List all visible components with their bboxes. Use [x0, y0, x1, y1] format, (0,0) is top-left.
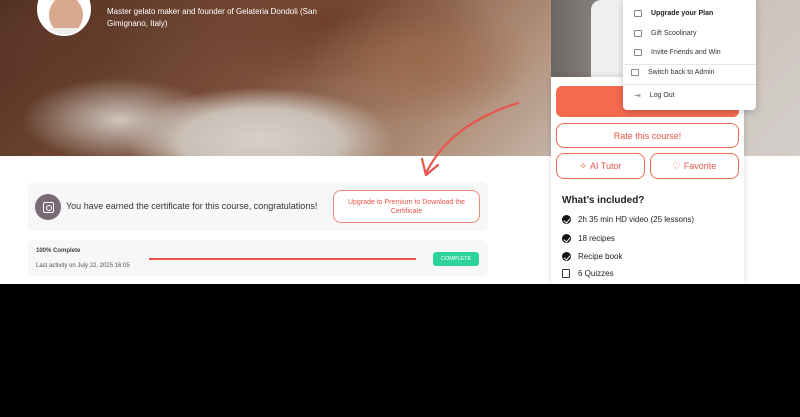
upgrade-icon: [634, 10, 642, 17]
status-badge: COMPLETE: [433, 252, 479, 266]
ai-tutor-label: AI Tutor: [590, 161, 622, 171]
rate-course-button[interactable]: Rate this course!: [556, 123, 739, 148]
included-item: 2h 35 min HD video (25 lessons): [562, 215, 694, 224]
upgrade-premium-button[interactable]: Upgrade to Premium to Download the Certi…: [333, 190, 480, 223]
progress-bar-fill: [149, 258, 416, 260]
menu-item-logout[interactable]: ⇥ Log Out: [634, 91, 675, 100]
check-icon: [562, 234, 571, 243]
menu-item-gift[interactable]: Gift Scoolinary: [634, 30, 697, 37]
instructor-description: Master gelato maker and founder of Gelat…: [107, 7, 317, 28]
check-icon: [562, 215, 571, 224]
included-item-text: Recipe book: [578, 252, 623, 261]
switch-admin-icon: [631, 69, 639, 76]
favorite-button[interactable]: ♡ Favorite: [650, 153, 739, 179]
included-item-text: 2h 35 min HD video (25 lessons): [578, 215, 695, 224]
gift-icon: [634, 30, 642, 37]
certificate-icon: [35, 194, 61, 220]
included-item-text: 18 recipes: [578, 234, 615, 243]
black-area: [0, 284, 800, 417]
page-viewport: Master gelato maker and founder of Gelat…: [0, 0, 800, 284]
ai-tutor-button[interactable]: ✧ AI Tutor: [556, 153, 645, 179]
logout-icon: ⇥: [634, 91, 641, 100]
instructor-avatar: [37, 0, 91, 36]
sparkle-icon: ✧: [579, 160, 588, 171]
menu-divider: [623, 84, 756, 85]
heart-icon: ♡: [672, 160, 681, 171]
menu-item-upgrade-plan[interactable]: Upgrade your Plan: [634, 10, 713, 17]
invite-icon: [634, 49, 642, 56]
included-item: 18 recipes: [562, 234, 615, 243]
certificate-message: You have earned the certificate for this…: [66, 201, 318, 211]
user-dropdown-menu: Upgrade your Plan Gift Scoolinary Invite…: [623, 0, 756, 110]
favorite-label: Favorite: [683, 161, 717, 171]
quiz-icon: [562, 269, 570, 278]
menu-item-invite[interactable]: Invite Friends and Win: [634, 49, 721, 56]
last-activity: Last activity on July 22, 2025 16:05: [36, 263, 130, 269]
included-item-text: 6 Quizzes: [578, 269, 614, 278]
included-item: Recipe book: [562, 252, 622, 261]
included-item: 6 Quizzes: [562, 269, 614, 278]
arrow-annotation-icon: [420, 101, 520, 177]
included-title: What’s included?: [562, 195, 645, 206]
menu-divider: [623, 64, 756, 65]
check-icon: [562, 252, 571, 261]
menu-item-switch-admin[interactable]: Switch back to Admin: [631, 69, 715, 76]
progress-bar: [149, 258, 416, 260]
progress-title: 100% Complete: [36, 248, 81, 254]
